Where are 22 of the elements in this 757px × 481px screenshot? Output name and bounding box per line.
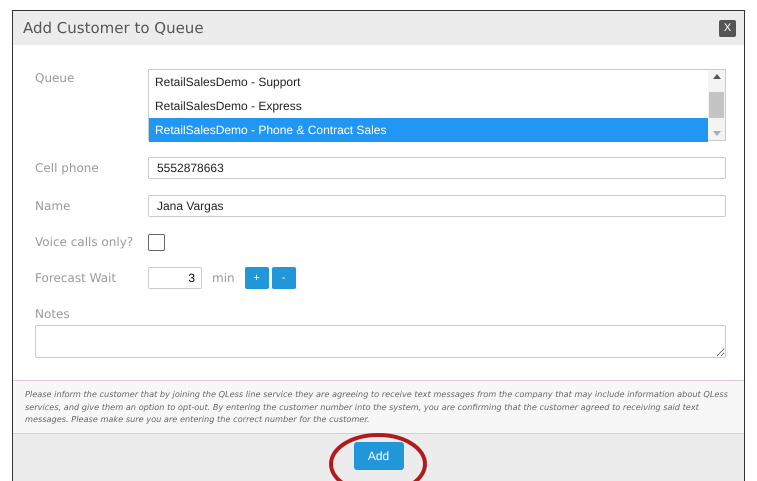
field-label: Name (35, 198, 72, 215)
scroll-down-icon[interactable] (712, 131, 720, 136)
field-label: Queue (35, 70, 76, 87)
field-label: Notes (35, 306, 71, 323)
field-label: Voice calls only? (35, 234, 134, 251)
dialog-title: Add Customer to Queue (23, 18, 204, 39)
list-item[interactable]: RetailSalesDemo - Express (149, 94, 708, 118)
queue-listbox[interactable]: RetailSalesDemo - Support RetailSalesDemo - Express RetailSalesDemo - Phone & Contract Sales (148, 69, 726, 141)
number-field[interactable]: 3 (148, 267, 202, 289)
scroll-thumb[interactable] (709, 92, 724, 118)
close-button[interactable]: X (719, 20, 736, 36)
scrollbar[interactable] (708, 70, 725, 140)
notes-field[interactable] (35, 325, 726, 358)
input-field[interactable]: Jana Vargas (148, 195, 726, 217)
field-label: Forecast Wait (35, 270, 118, 287)
unit-label: min (212, 270, 235, 287)
input-field[interactable]: 5552878663 (148, 157, 726, 179)
field-label: Cell phone (35, 160, 100, 177)
scroll-up-icon[interactable] (712, 74, 720, 79)
checkbox[interactable] (148, 234, 165, 250)
notice-text: Please inform the customer that by joining the QLess line service they are agreeing to receive text messages from the company that may include information about QLess services, and give them an option to opt-out. By entering the customer number into the system, you are confirming that the customer agreed to receiving said text messages. Please make sure you are entering the correct number for the customer. (13, 380, 744, 434)
list-item[interactable]: RetailSalesDemo - Support (149, 70, 708, 94)
